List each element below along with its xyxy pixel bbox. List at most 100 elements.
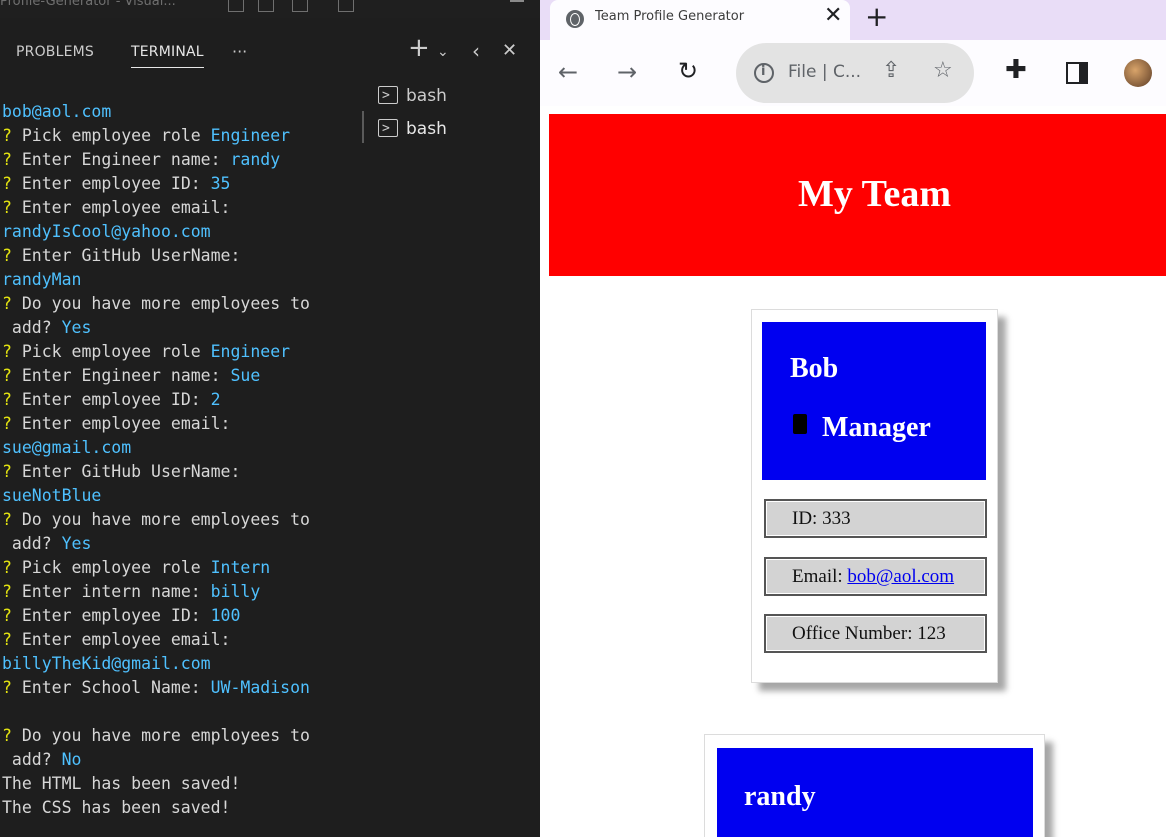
terminal-line: add? Yes: [2, 532, 92, 556]
prompt-answer: bob@aol.com: [2, 102, 112, 121]
address-bar[interactable]: File | C... ⇪ ☆: [736, 43, 974, 103]
prompt-text: Enter employee email:: [11, 414, 231, 433]
prompt-answer: Intern: [210, 558, 271, 577]
site-info-icon[interactable]: [754, 63, 774, 83]
prompt-answer: UW-Madison: [210, 678, 310, 697]
terminal-line: add? Yes: [2, 316, 92, 340]
prompt-text: Enter employee email:: [11, 198, 231, 217]
prompt-marker: ?: [2, 414, 12, 433]
prompt-answer: randyIsCool@yahoo.com: [2, 222, 211, 241]
prompt-text: Do you have more employees to: [11, 726, 310, 745]
layout-secondary-icon[interactable]: [292, 0, 308, 12]
prompt-answer: randy: [230, 150, 281, 169]
prompt-marker: ?: [2, 150, 12, 169]
prompt-marker: ?: [2, 390, 12, 409]
terminal-output[interactable]: bob@aol.com ? Pick employee role Engineer…: [0, 100, 360, 837]
prompt-marker: ?: [2, 126, 12, 145]
prompt-marker: ?: [2, 198, 12, 217]
prompt-text: Enter employee ID:: [11, 174, 211, 193]
prompt-marker: ?: [2, 246, 12, 265]
prompt-marker: ?: [2, 294, 12, 313]
layout-panel-icon[interactable]: [258, 0, 274, 12]
prompt-answer: sueNotBlue: [2, 486, 102, 505]
prompt-answer: 2: [210, 390, 221, 409]
tab-close-icon[interactable]: ✕: [824, 5, 842, 27]
prompt-answer: Yes: [61, 534, 92, 553]
prompt-text: Enter employee email:: [11, 630, 231, 649]
page-header: My Team: [549, 114, 1166, 276]
terminal-line: billyTheKid@gmail.com: [2, 652, 211, 676]
globe-icon: [566, 10, 584, 28]
terminal-item[interactable]: bash: [378, 84, 447, 108]
terminal-icon: [378, 117, 398, 141]
back-icon[interactable]: ←: [558, 60, 578, 84]
prompt-answer: Yes: [61, 318, 92, 337]
terminal-line: ? Enter School Name: UW-Madison: [2, 676, 310, 700]
prompt-text: Enter School Name:: [11, 678, 211, 697]
page-viewport: My Team Bob Manager ID: 333 Email: bob@a…: [548, 106, 1166, 837]
prompt-text: Enter employee ID:: [11, 390, 211, 409]
extensions-icon[interactable]: ✚: [1005, 57, 1027, 83]
employee-card: Bob Manager ID: 333 Email: bob@aol.com O…: [751, 309, 998, 683]
prompt-text: Enter intern name:: [11, 582, 211, 601]
plus-icon[interactable]: +: [408, 35, 430, 61]
card-name: Bob: [790, 353, 839, 384]
close-icon[interactable]: ✕: [502, 41, 517, 61]
share-icon[interactable]: ⇪: [882, 59, 900, 83]
star-icon[interactable]: ☆: [933, 59, 953, 83]
card-office-number: Office Number: 123: [764, 614, 987, 653]
prompt-marker: ?: [2, 630, 12, 649]
terminal-line: randyMan: [2, 268, 81, 292]
terminal-line: sueNotBlue: [2, 484, 101, 508]
terminal-line: ? Pick employee role Intern: [2, 556, 270, 580]
employee-card: randy: [704, 734, 1045, 837]
terminal-item-active[interactable]: bash: [378, 117, 447, 141]
profile-avatar[interactable]: [1124, 59, 1152, 87]
forward-icon[interactable]: →: [617, 60, 637, 84]
terminal-item-label: bash: [406, 119, 447, 139]
terminal-line: ? Pick employee role Engineer: [2, 124, 290, 148]
card-header: randy: [717, 748, 1033, 837]
terminal-line: ? Enter Engineer name: randy: [2, 148, 280, 172]
terminal-line: sue@gmail.com: [2, 436, 131, 460]
vscode-titlebar: Profile-Generator - Visual...: [0, 0, 540, 18]
terminal-line: ? Enter GitHub UserName:: [2, 460, 240, 484]
prompt-marker: ?: [2, 462, 12, 481]
minimize-icon[interactable]: [510, 0, 524, 2]
card-name: randy: [744, 781, 816, 812]
new-tab-button[interactable]: +: [865, 3, 888, 31]
terminal-line: ? Enter employee ID: 100: [2, 604, 240, 628]
browser-window: Team Profile Generator ✕ + ← → ↻ File | …: [540, 0, 1166, 837]
chevron-down-icon[interactable]: ⌄: [437, 42, 449, 62]
terminal-line: ? Enter employee email:: [2, 196, 230, 220]
sidepanel-icon[interactable]: [1066, 62, 1088, 84]
tab-problems[interactable]: PROBLEMS: [16, 44, 94, 60]
terminal-line: The HTML has been saved!: [2, 772, 240, 796]
prompt-marker: ?: [2, 510, 12, 529]
prompt-answer: 35: [210, 174, 231, 193]
terminal-line: The CSS has been saved!: [2, 796, 230, 820]
card-email: Email: bob@aol.com: [764, 557, 987, 596]
terminal-line: ? Enter GitHub UserName:: [2, 244, 240, 268]
tab-title: Team Profile Generator: [595, 9, 745, 24]
email-link[interactable]: bob@aol.com: [847, 566, 954, 587]
tab-terminal[interactable]: TERMINAL: [131, 44, 204, 68]
prompt-text: add?: [2, 318, 62, 337]
terminal-line: ? Do you have more employees to: [2, 292, 310, 316]
prompt-marker: ?: [2, 366, 12, 385]
layout-sidebar-icon[interactable]: [228, 0, 244, 12]
browser-tab[interactable]: Team Profile Generator ✕: [550, 0, 850, 42]
reload-icon[interactable]: ↻: [678, 59, 698, 83]
customize-layout-icon[interactable]: [338, 0, 354, 12]
terminal-line: ? Enter employee email:: [2, 628, 230, 652]
card-id: ID: 333: [764, 499, 987, 538]
terminal-line: ? Enter employee ID: 2: [2, 388, 221, 412]
terminal-line: ? Pick employee role Engineer: [2, 340, 290, 364]
prompt-text: The HTML has been saved!: [2, 774, 241, 793]
more-actions-icon[interactable]: ···: [232, 42, 247, 62]
chevron-left-icon[interactable]: ‹: [472, 41, 480, 61]
tab-strip: Team Profile Generator ✕ +: [540, 0, 1166, 42]
browser-toolbar: ← → ↻ File | C... ⇪ ☆ ✚: [540, 40, 1166, 106]
prompt-answer: Engineer: [210, 342, 291, 361]
coffee-mug-icon: [793, 414, 807, 434]
